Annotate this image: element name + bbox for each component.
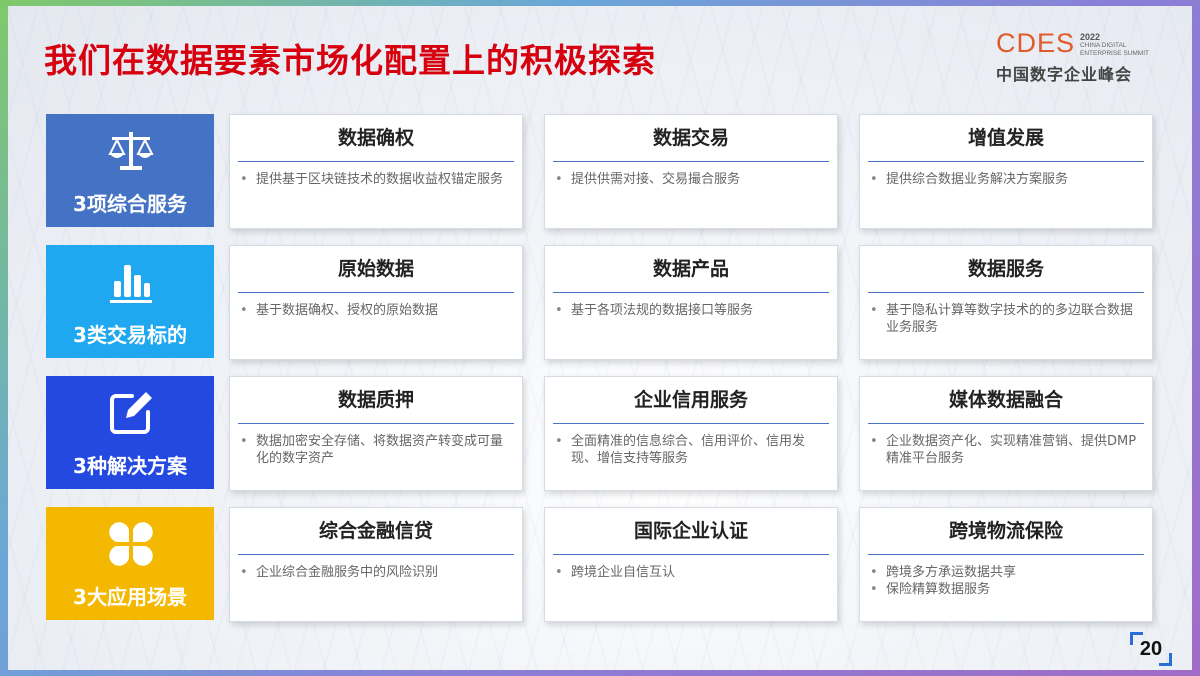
card-list: 基于数据确权、授权的原始数据 [238,302,510,319]
bar-chart-icon [106,257,156,307]
page-title: 我们在数据要素市场化配置上的积极探索 [44,41,656,80]
card-intl-certification: 国际企业认证 跨境企业自信互认 [544,507,838,622]
scale-icon [106,126,156,176]
row-label-text: 3种解决方案 [73,454,187,478]
card-list: 企业数据资产化、实现精准营销、提供DMP精准平台服务 [868,433,1140,467]
logo-sub-line1: CHINA DIGITAL [1080,42,1127,49]
row-label-scenarios: 3大应用场景 [46,507,214,620]
card-title: 原始数据 [238,256,514,293]
card-title: 增值发展 [868,125,1144,162]
list-item: 提供综合数据业务解决方案服务 [870,171,1140,188]
list-item: 基于隐私计算等数字技术的的多边联合数据业务服务 [870,302,1140,336]
list-item: 提供供需对接、交易撮合服务 [555,171,825,188]
list-item: 数据加密安全存储、将数据资产转变成可量化的数字资产 [240,433,510,467]
card-list: 提供供需对接、交易撮合服务 [553,171,825,188]
card-list: 数据加密安全存储、将数据资产转变成可量化的数字资产 [238,433,510,467]
card-data-rights: 数据确权 提供基于区块链技术的数据收益权锚定服务 [229,114,523,229]
card-data-products: 数据产品 基于各项法规的数据接口等服务 [544,245,838,360]
list-item: 保险精算数据服务 [870,581,1140,598]
logo-sub-line2: ENTERPRISE SUMMIT [1080,50,1149,57]
card-title: 企业信用服务 [553,387,829,424]
cdes-logo: CDES 2022 CHINA DIGITAL ENTERPRISE SUMMI… [996,28,1149,88]
list-item: 跨境多方承运数据共享 [870,564,1140,581]
row-label-solutions: 3种解决方案 [46,376,214,489]
card-list: 基于各项法规的数据接口等服务 [553,302,825,319]
edit-icon [106,388,156,438]
card-list: 全面精准的信息综合、信用评价、信用发现、增信支持等服务 [553,433,825,467]
card-value-added: 增值发展 提供综合数据业务解决方案服务 [859,114,1153,229]
card-title: 国际企业认证 [553,518,829,555]
page-number-text: 20 [1139,638,1163,660]
card-title: 数据产品 [553,256,829,293]
logo-cn-text: 中国数字企业峰会 [996,65,1133,84]
card-list: 企业综合金融服务中的风险识别 [238,564,510,581]
clover-icon [106,519,156,569]
row-label-text: 3项综合服务 [73,192,187,216]
card-list: 基于隐私计算等数字技术的的多边联合数据业务服务 [868,302,1140,336]
card-title: 媒体数据融合 [868,387,1144,424]
list-item: 企业综合金融服务中的风险识别 [240,564,510,581]
card-finance-credit: 综合金融信贷 企业综合金融服务中的风险识别 [229,507,523,622]
row-label-text: 3类交易标的 [73,323,187,347]
card-data-pledge: 数据质押 数据加密安全存储、将数据资产转变成可量化的数字资产 [229,376,523,491]
card-list: 提供基于区块链技术的数据收益权锚定服务 [238,171,510,188]
logo-main-text: CDES [996,28,1076,58]
card-data-trading: 数据交易 提供供需对接、交易撮合服务 [544,114,838,229]
card-title: 数据质押 [238,387,514,424]
list-item: 企业数据资产化、实现精准营销、提供DMP精准平台服务 [870,433,1140,467]
logo-year: 2022 [1080,32,1101,42]
slide: 我们在数据要素市场化配置上的积极探索 CDES 2022 CHINA DIGIT… [8,6,1192,670]
list-item: 提供基于区块链技术的数据收益权锚定服务 [240,171,510,188]
list-item: 跨境企业自信互认 [555,564,825,581]
card-logistics-insurance: 跨境物流保险 跨境多方承运数据共享 保险精算数据服务 [859,507,1153,622]
page-number: 20 [1130,632,1172,666]
row-label-services: 3项综合服务 [46,114,214,227]
list-item: 基于数据确权、授权的原始数据 [240,302,510,319]
card-title: 跨境物流保险 [868,518,1144,555]
card-media-fusion: 媒体数据融合 企业数据资产化、实现精准营销、提供DMP精准平台服务 [859,376,1153,491]
row-label-text: 3大应用场景 [73,585,187,609]
card-list: 提供综合数据业务解决方案服务 [868,171,1140,188]
card-title: 数据交易 [553,125,829,162]
card-list: 跨境多方承运数据共享 保险精算数据服务 [868,564,1140,598]
list-item: 基于各项法规的数据接口等服务 [555,302,825,319]
list-item: 全面精准的信息综合、信用评价、信用发现、增信支持等服务 [555,433,825,467]
card-title: 数据确权 [238,125,514,162]
card-list: 跨境企业自信互认 [553,564,825,581]
card-data-services: 数据服务 基于隐私计算等数字技术的的多边联合数据业务服务 [859,245,1153,360]
card-title: 综合金融信贷 [238,518,514,555]
card-raw-data: 原始数据 基于数据确权、授权的原始数据 [229,245,523,360]
logo-subtitle: CHINA DIGITAL ENTERPRISE SUMMIT [1080,42,1150,58]
row-label-targets: 3类交易标的 [46,245,214,358]
card-title: 数据服务 [868,256,1144,293]
card-credit-services: 企业信用服务 全面精准的信息综合、信用评价、信用发现、增信支持等服务 [544,376,838,491]
